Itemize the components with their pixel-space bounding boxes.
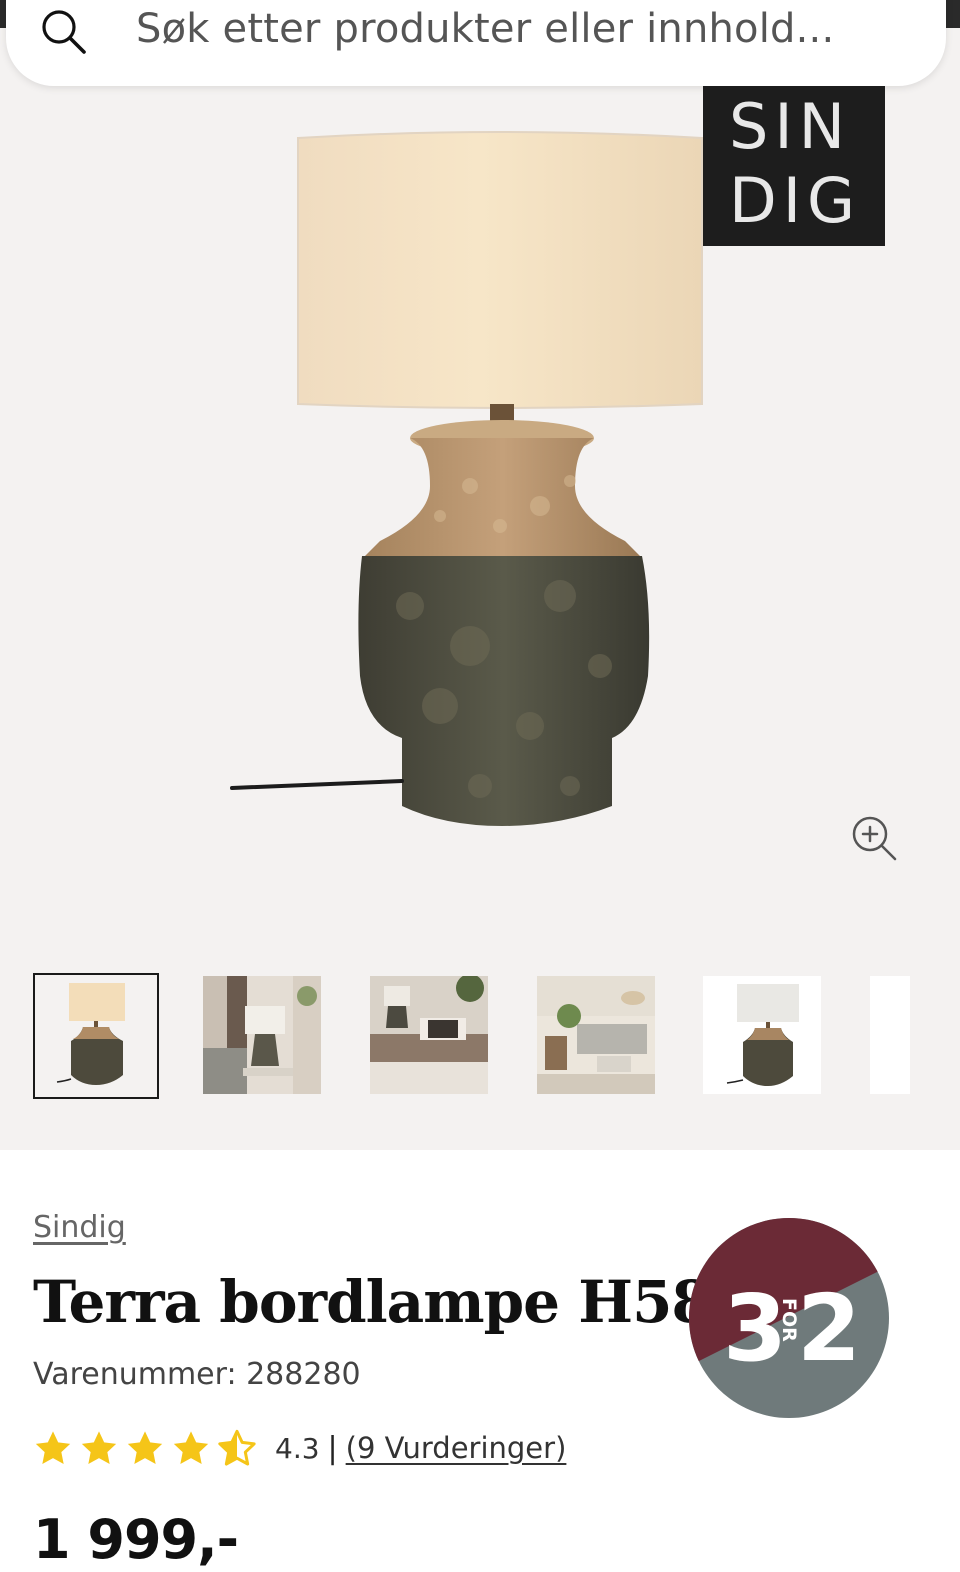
price: 1 999,- <box>33 1508 239 1571</box>
promo-badge: 3 FOR 2 <box>689 1218 889 1418</box>
star-icon <box>173 1431 209 1464</box>
thumbnail-6[interactable] <box>870 976 910 1094</box>
promo-left: 3 <box>723 1275 787 1382</box>
thumbnail-3[interactable] <box>370 976 488 1094</box>
rating-separator: | <box>327 1430 338 1466</box>
brand-logo-text: DIG <box>729 164 862 237</box>
zoom-in-icon[interactable] <box>848 812 900 864</box>
brand-logo: SIN DIG <box>703 86 885 246</box>
search-bar <box>6 0 946 86</box>
star-icon <box>35 1431 71 1464</box>
star-icon <box>127 1431 163 1464</box>
thumbnail-strip <box>0 970 960 1100</box>
thumbnail-2[interactable] <box>203 976 321 1094</box>
reviews-link[interactable]: (9 Vurderinger) <box>346 1431 567 1465</box>
thumbnail-4[interactable] <box>537 976 655 1094</box>
thumbnail-1[interactable] <box>33 973 159 1099</box>
half-star-icon <box>218 1429 256 1466</box>
star-icon <box>81 1431 117 1464</box>
sku-number: Varenummer: 288280 <box>33 1357 361 1392</box>
search-input[interactable] <box>136 6 836 52</box>
top-edge <box>946 0 960 28</box>
search-icon[interactable] <box>38 6 90 58</box>
thumbnail-5[interactable] <box>703 976 821 1094</box>
rating-value: 4.3 <box>275 1431 320 1465</box>
brand-logo-text: SIN <box>729 90 852 163</box>
rating: 4.3 | (9 Vurderinger) <box>33 1428 566 1468</box>
brand-link[interactable]: Sindig <box>33 1210 126 1245</box>
promo-right: 2 <box>797 1275 861 1382</box>
product-title: Terra bordlampe H58 <box>33 1268 712 1336</box>
